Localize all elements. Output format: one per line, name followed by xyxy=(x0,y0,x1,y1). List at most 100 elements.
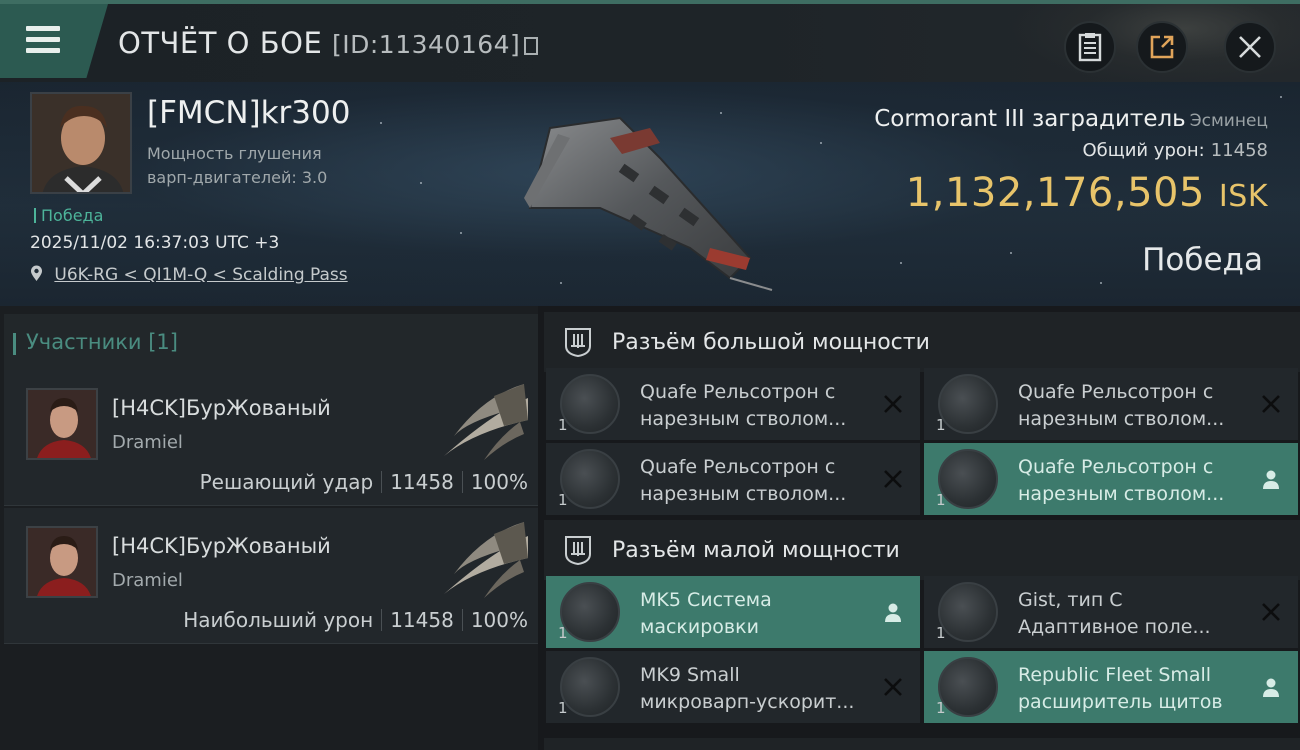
close-icon xyxy=(1239,36,1261,58)
total-damage-label: Общий урон: xyxy=(1082,140,1205,161)
destroyed-x-icon xyxy=(1262,603,1280,621)
participant-row[interactable]: [H4CK]БурЖованый Dramiel Наибольший урон… xyxy=(4,508,538,644)
ship-class: Эсминец xyxy=(1189,111,1268,131)
participant-ship-render xyxy=(444,522,528,598)
dropped-person-icon xyxy=(1263,470,1279,489)
module-slot[interactable]: 1 Quafe Рельсотрон с нарезным стволом... xyxy=(924,443,1298,515)
page-title-text: ОТЧЁТ О БОЕ xyxy=(118,26,323,60)
participants-header[interactable]: Участники [1] xyxy=(4,314,538,370)
destroyed-x-icon xyxy=(884,470,902,488)
module-slot[interactable]: 1 Gist, тип C Адаптивное поле... xyxy=(924,576,1298,648)
isk-value: 1,132,176,505 ISK xyxy=(906,170,1268,216)
module-quantity: 1 xyxy=(558,699,568,717)
module-name-line-1: MK9 Small xyxy=(640,664,740,686)
battle-summary: [FMCN]kr300 Мощность глушения варп-двига… xyxy=(0,82,1300,306)
close-button[interactable] xyxy=(1224,21,1276,73)
low-power-slot-icon xyxy=(565,536,591,566)
module-icon xyxy=(560,582,620,642)
page-title: ОТЧЁТ О БОЕ [ID:11340164] xyxy=(118,26,539,60)
high-slot-title: Разъём большой мощности xyxy=(612,330,930,355)
module-name-line-1: Gist, тип C xyxy=(1018,589,1123,611)
module-name-line-2: нарезным стволом... xyxy=(640,408,847,430)
module-name-line-1: MK5 Система xyxy=(640,589,772,611)
pilot-portrait-image xyxy=(32,94,130,192)
participant-name[interactable]: [H4CK]БурЖованый xyxy=(112,534,331,558)
module-name-line-2: микроварп-ускорит... xyxy=(640,691,855,713)
clipboard-button[interactable] xyxy=(1064,21,1116,73)
participant-stats: Решающий удар 11458 100% xyxy=(200,470,528,494)
victim-portrait[interactable] xyxy=(30,92,132,194)
total-damage-value: 11458 xyxy=(1210,140,1268,161)
report-id: [ID:11340164] xyxy=(332,30,521,59)
battle-datetime: 2025/11/02 16:37:03 UTC +3 xyxy=(30,233,280,253)
module-name-line-1: Quafe Рельсотрон с xyxy=(1018,456,1214,478)
module-name-line-1: Quafe Рельсотрон с xyxy=(1018,381,1214,403)
module-quantity: 1 xyxy=(936,491,946,509)
module-quantity: 1 xyxy=(936,699,946,717)
participants-label: Участники [1] xyxy=(13,330,178,355)
participant-avatar[interactable] xyxy=(26,526,98,598)
participant-row[interactable]: [H4CK]БурЖованый Dramiel Решающий удар 11… xyxy=(4,370,538,506)
victim-status: Победа xyxy=(34,206,103,225)
module-icon xyxy=(560,374,620,434)
module-slot[interactable]: 1 Quafe Рельсотрон с нарезным стволом... xyxy=(546,443,920,515)
module-name: Quafe Рельсотрон с нарезным стволом... xyxy=(640,379,880,433)
module-slot[interactable]: 1 Quafe Рельсотрон с нарезным стволом... xyxy=(924,368,1298,440)
menu-button[interactable] xyxy=(0,4,108,78)
next-slot-header xyxy=(544,738,1300,750)
warp-disruption-strength: Мощность глушения варп-двигателей: 3.0 xyxy=(147,142,367,190)
victim-name[interactable]: [FMCN]kr300 xyxy=(147,95,350,131)
participant-name[interactable]: [H4CK]БурЖованый xyxy=(112,396,331,420)
participants-panel: Участники [1] [H4CK]БурЖованый Dramiel Р… xyxy=(0,306,538,750)
participant-percent: 100% xyxy=(470,470,528,494)
participant-role: Решающий удар xyxy=(199,470,374,494)
destroyed-x-icon xyxy=(884,395,902,413)
module-name: MK9 Small микроварп-ускорит... xyxy=(640,662,880,716)
battle-result: Победа xyxy=(1142,242,1263,278)
destroyed-x-icon xyxy=(1262,395,1280,413)
low-slot-title: Разъём малой мощности xyxy=(612,538,900,563)
dropped-person-icon xyxy=(1263,678,1279,697)
participant-avatar[interactable] xyxy=(26,388,98,460)
module-name-line-2: нарезным стволом... xyxy=(1018,483,1225,505)
battle-location[interactable]: U6K-RG < QI1M-Q < Scalding Pass xyxy=(30,265,348,285)
participant-portrait-image xyxy=(28,390,96,458)
warp-line-2: варп-двигателей: 3.0 xyxy=(147,168,328,187)
location-pin-icon xyxy=(31,265,42,281)
module-slot[interactable]: 1 MK5 Система маскировки xyxy=(546,576,920,648)
fittings-panel: Разъём большой мощности 1 Quafe Рельсотро… xyxy=(538,306,1300,750)
module-quantity: 1 xyxy=(558,624,568,642)
victim-ship-render xyxy=(524,116,773,291)
top-bar: ОТЧЁТ О БОЕ [ID:11340164] xyxy=(0,0,1300,86)
module-icon xyxy=(938,657,998,717)
location-link[interactable]: U6K-RG < QI1M-Q < Scalding Pass xyxy=(54,265,347,285)
module-icon xyxy=(938,449,998,509)
high-slot-header: Разъём большой мощности xyxy=(544,312,1300,372)
participant-stats: Наибольший урон 11458 100% xyxy=(183,608,528,632)
share-button[interactable] xyxy=(1136,21,1188,73)
participant-damage: 11458 xyxy=(390,608,454,632)
module-name-line-1: Quafe Рельсотрон с xyxy=(640,456,836,478)
module-name-line-2: Адаптивное поле... xyxy=(1018,616,1211,638)
dropped-person-icon xyxy=(885,603,901,622)
module-slot[interactable]: 1 Quafe Рельсотрон с нарезным стволом... xyxy=(546,368,920,440)
warp-line-1: Мощность глушения xyxy=(147,144,322,163)
module-name-line-2: расширитель щитов xyxy=(1018,691,1223,713)
participant-portrait-image xyxy=(28,528,96,596)
copy-icon[interactable] xyxy=(524,37,539,55)
module-name-line-1: Quafe Рельсотрон с xyxy=(640,381,836,403)
clipboard-icon xyxy=(1078,33,1102,62)
isk-amount: 1,132,176,505 xyxy=(905,170,1205,216)
participant-ship-render xyxy=(444,384,528,460)
module-slot[interactable]: 1 Republic Fleet Small расширитель щитов xyxy=(924,651,1298,723)
low-slot-header: Разъём малой мощности xyxy=(544,520,1300,580)
participant-ship: Dramiel xyxy=(112,432,183,453)
module-icon xyxy=(938,374,998,434)
isk-unit: ISK xyxy=(1218,179,1268,214)
module-name-line-2: маскировки xyxy=(640,616,759,638)
high-power-slot-icon xyxy=(565,328,591,358)
participant-role: Наибольший урон xyxy=(183,608,374,632)
module-slot[interactable]: 1 MK9 Small микроварп-ускорит... xyxy=(546,651,920,723)
module-quantity: 1 xyxy=(558,416,568,434)
module-icon xyxy=(560,657,620,717)
